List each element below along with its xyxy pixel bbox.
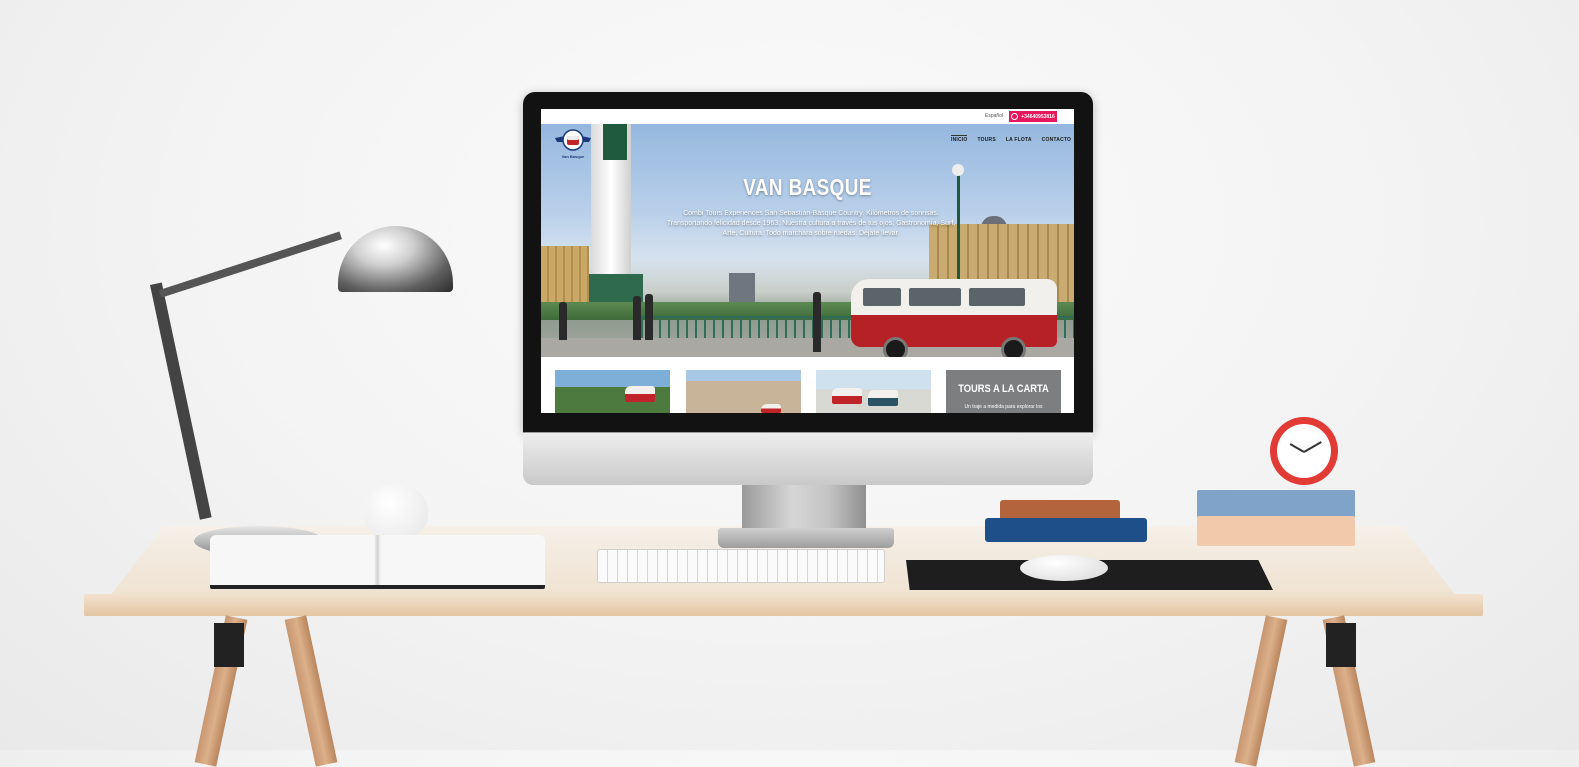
language-selector[interactable]: Español (985, 113, 1003, 119)
lamp-shade (338, 226, 453, 292)
monitor-stand (742, 484, 866, 532)
tower-building (729, 273, 755, 305)
nav-tours[interactable]: TOURS (977, 137, 995, 143)
van-thumbnail (761, 404, 781, 413)
tour-card[interactable] (816, 370, 931, 413)
vw-van (851, 279, 1057, 357)
person (633, 296, 641, 340)
whatsapp-icon (1011, 113, 1019, 120)
logo-label: Van Basque (561, 154, 585, 159)
website-screen: Español +34640953816 Van Basque INICIO T… (541, 109, 1074, 413)
van-thumbnail (868, 390, 898, 406)
card-title: TOURS A LA CARTA (958, 383, 1049, 395)
van-wheel (1001, 337, 1026, 357)
nav-contacto[interactable]: CONTACTO (1042, 137, 1071, 143)
van-thumbnail (625, 386, 655, 402)
phone-number: +34640953816 (1021, 113, 1055, 120)
tour-card[interactable] (555, 370, 670, 413)
lamp-arm (150, 282, 212, 520)
desk-bracket (1326, 623, 1356, 667)
book (1197, 516, 1355, 546)
person (645, 294, 653, 340)
top-bar: Español +34640953816 (541, 109, 1074, 125)
hero-description: Combi Tours Experiences San Sebastián-Ba… (666, 210, 956, 237)
nav-inicio[interactable]: INICIO (951, 135, 968, 143)
van-basque-logo[interactable] (555, 126, 591, 154)
mouse (1020, 555, 1108, 581)
keyboard (597, 549, 885, 583)
main-nav: INICIO TOURS LA FLOTA CONTACTO (951, 135, 1071, 143)
tours-a-la-carta-card[interactable]: TOURS A LA CARTA Un traje a medida para … (946, 370, 1061, 413)
card-subtitle: Un traje a medida para explorar los (964, 404, 1043, 410)
van-thumbnail (832, 388, 862, 404)
van-window (863, 288, 901, 306)
monitor-foot (718, 528, 894, 548)
notebook (985, 518, 1147, 542)
desk-top (84, 594, 1483, 616)
van-body (851, 315, 1057, 347)
desk-bracket (214, 623, 244, 667)
person (559, 302, 567, 340)
nav-la-flota[interactable]: LA FLOTA (1006, 137, 1032, 143)
open-book (210, 535, 545, 589)
whatsapp-phone-button[interactable]: +34640953816 (1009, 111, 1057, 122)
vase (364, 484, 428, 538)
hero-banner: Van Basque INICIO TOURS LA FLOTA CONTACT… (541, 124, 1074, 357)
desk-leg (1234, 615, 1288, 767)
van-window (909, 288, 961, 306)
hero-title: VAN BASQUE (743, 174, 872, 200)
desk-leg (284, 615, 338, 767)
monitor-chin (523, 432, 1093, 485)
person (813, 292, 821, 352)
van-wheel (883, 337, 908, 357)
lamp-arm (158, 231, 342, 298)
tour-card[interactable] (686, 370, 801, 413)
van-window (969, 288, 1025, 306)
tour-cards: TOURS A LA CARTA Un traje a medida para … (555, 370, 1061, 413)
book (1197, 490, 1355, 518)
lighthouse-top (603, 124, 627, 160)
